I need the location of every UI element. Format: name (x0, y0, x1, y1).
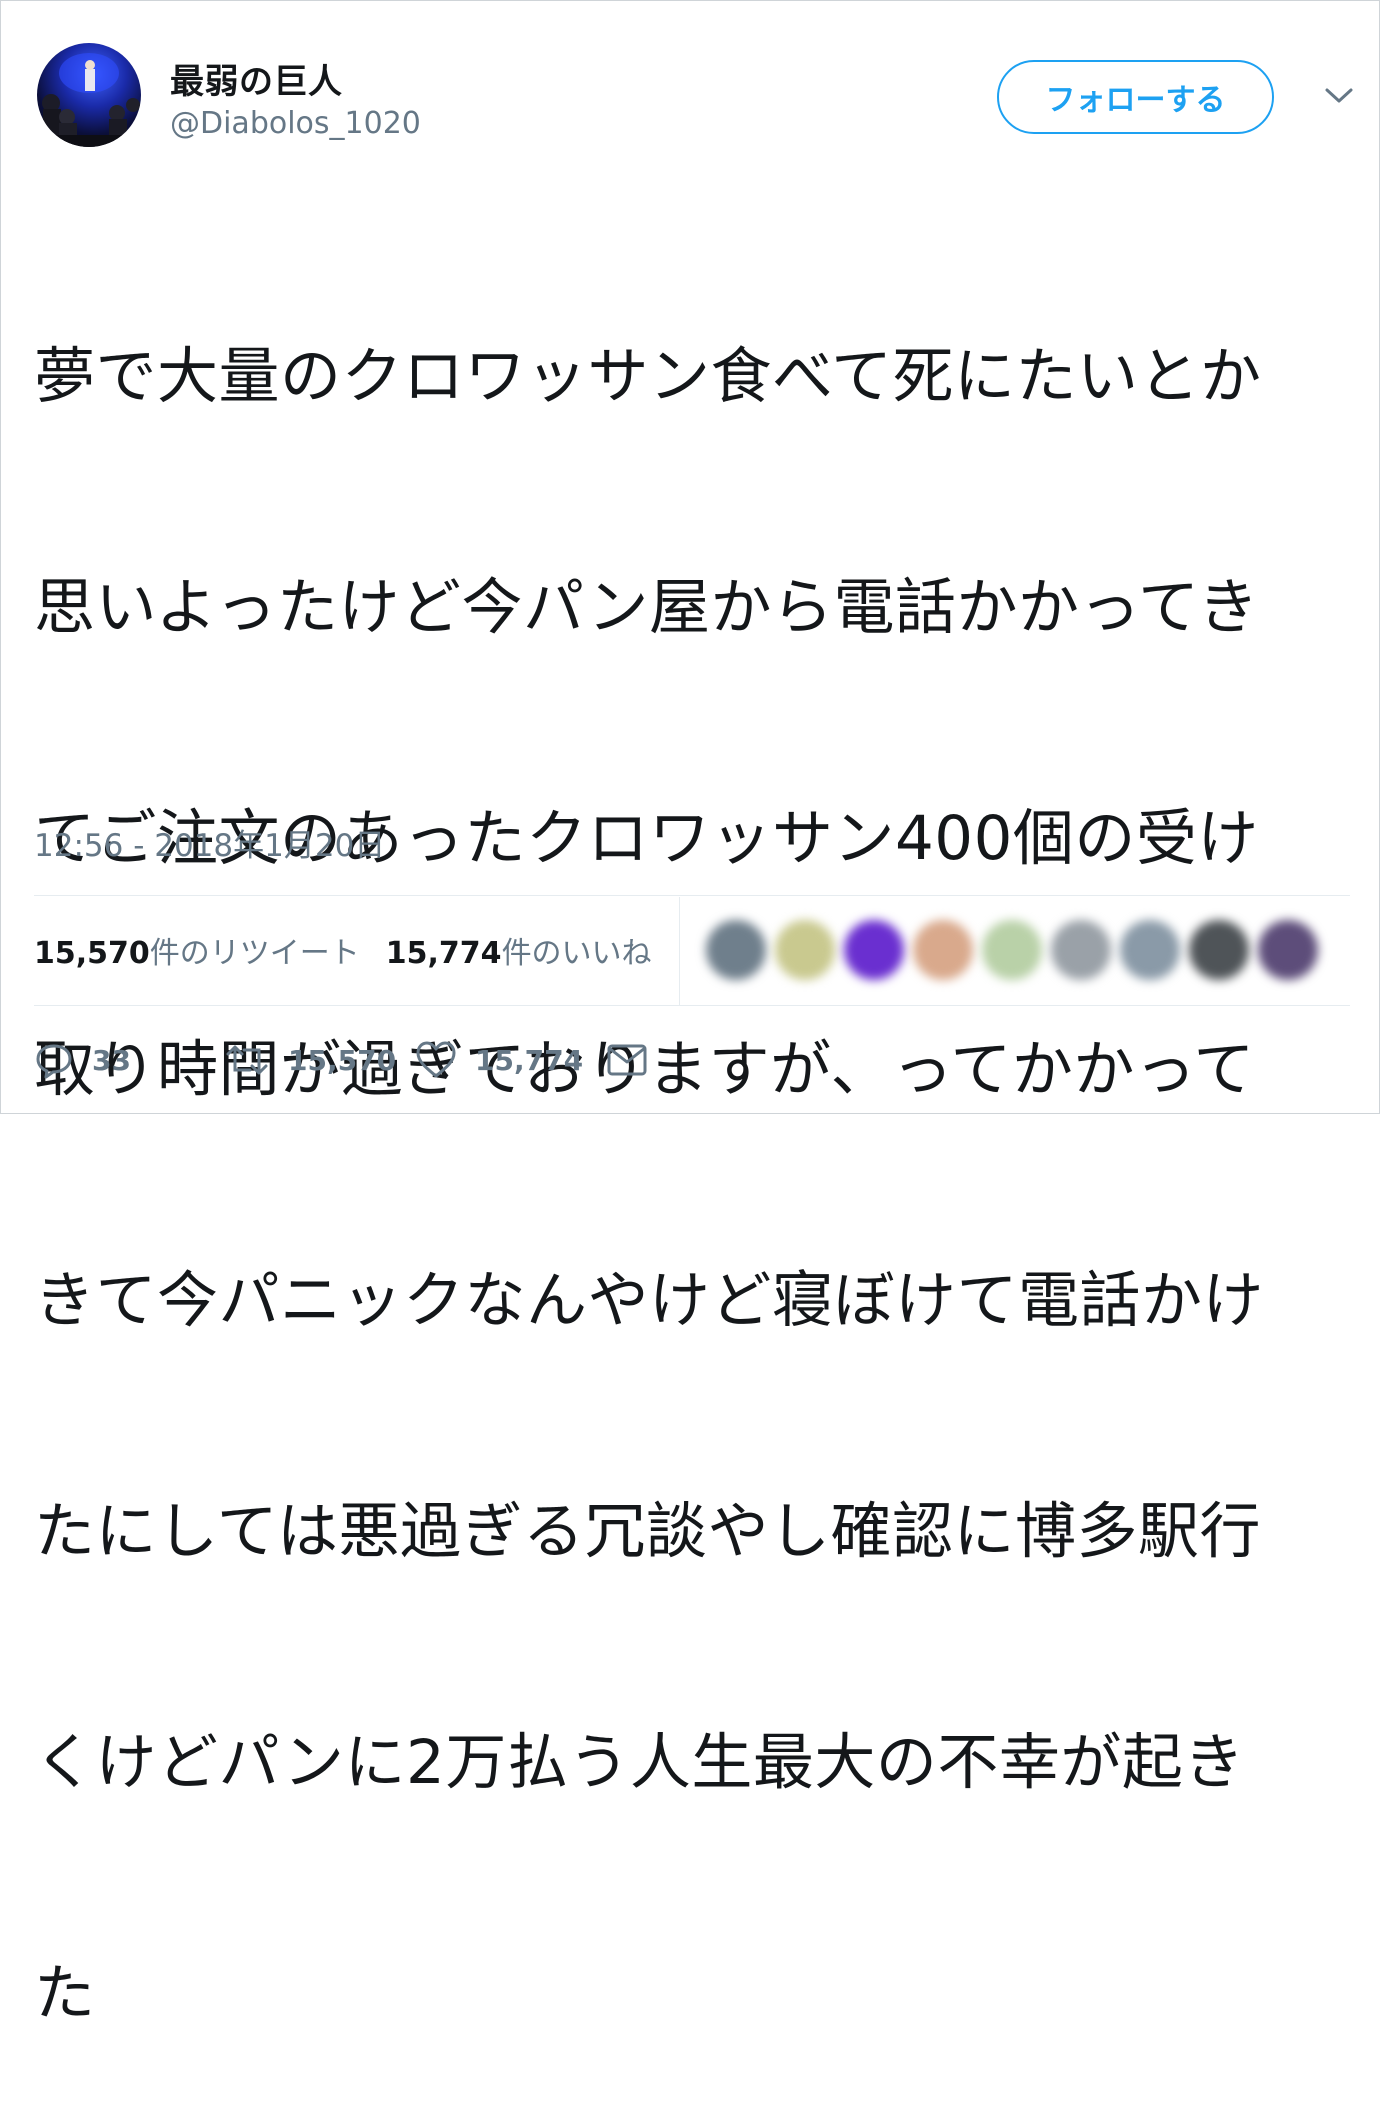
tweet-text: 夢で大量のクロワッサン食べて死にたいとか 思いよったけど今パン屋から電話かかって… (34, 184, 1354, 2109)
liker-avatars (706, 912, 1336, 992)
tweet-stats: 15,570件のリツイート 15,774件のいいね (34, 928, 652, 972)
tweet-actions: 33 15,570 15,774 (34, 1038, 734, 1082)
tweet-text-line: くけどパンに2万払う人生最大の不幸が起き (34, 1727, 1245, 1798)
retweet-stat-count: 15,570 (34, 936, 150, 971)
avatar-image (37, 53, 141, 147)
retweet-count: 15,570 (288, 1043, 397, 1077)
more-options-chevron-icon[interactable] (1321, 80, 1357, 110)
liker-avatar[interactable] (775, 920, 835, 980)
liker-avatar[interactable] (1189, 920, 1249, 980)
reply-button[interactable]: 33 (34, 1038, 131, 1082)
retweet-icon (226, 1045, 268, 1075)
retweet-button[interactable]: 15,570 (224, 1038, 396, 1082)
liker-avatar[interactable] (706, 920, 766, 980)
like-stat-count: 15,774 (385, 936, 502, 971)
like-stat-label: 件のいいね (501, 936, 652, 971)
envelope-icon (607, 1044, 647, 1076)
liker-avatar[interactable] (1258, 920, 1318, 980)
avatar[interactable] (37, 43, 141, 147)
tweet-timestamp[interactable]: 12:56 - 2018年1月20日 (34, 820, 385, 865)
like-button[interactable]: 15,774 (415, 1038, 583, 1082)
divider (679, 897, 680, 1005)
liker-avatar[interactable] (1120, 920, 1180, 980)
liker-avatar[interactable] (913, 920, 973, 980)
reply-count: 33 (92, 1043, 131, 1077)
reply-icon (36, 1044, 72, 1079)
heart-icon (416, 1041, 456, 1078)
liker-avatar[interactable] (844, 920, 904, 980)
liker-avatar[interactable] (1051, 920, 1111, 980)
like-stat[interactable]: 15,774件のいいね (386, 936, 652, 971)
user-handle[interactable]: @Diabolos_1020 (170, 106, 421, 141)
tweet-text-line: たにしては悪過ぎる冗談やし確認に博多駅行 (34, 1496, 1261, 1567)
divider (34, 895, 1350, 896)
liker-avatar[interactable] (982, 920, 1042, 980)
like-count: 15,774 (475, 1043, 584, 1077)
tweet-text-line: た (34, 1958, 96, 2029)
tweet-text-line: 思いよったけど今パン屋から電話かかってき (34, 572, 1260, 643)
direct-message-button[interactable] (606, 1038, 648, 1082)
retweet-stat-label: 件のリツイート (149, 936, 360, 971)
display-name[interactable]: 最弱の巨人 (170, 54, 343, 103)
divider (34, 1005, 1350, 1006)
tweet-text-line: きて今パニックなんやけど寝ぼけて電話かけ (34, 1265, 1265, 1336)
follow-button[interactable]: フォローする (997, 60, 1274, 134)
retweet-stat[interactable]: 15,570件のリツイート (34, 936, 360, 971)
tweet-text-line: 夢で大量のクロワッサン食べて死にたいとか (34, 341, 1262, 412)
